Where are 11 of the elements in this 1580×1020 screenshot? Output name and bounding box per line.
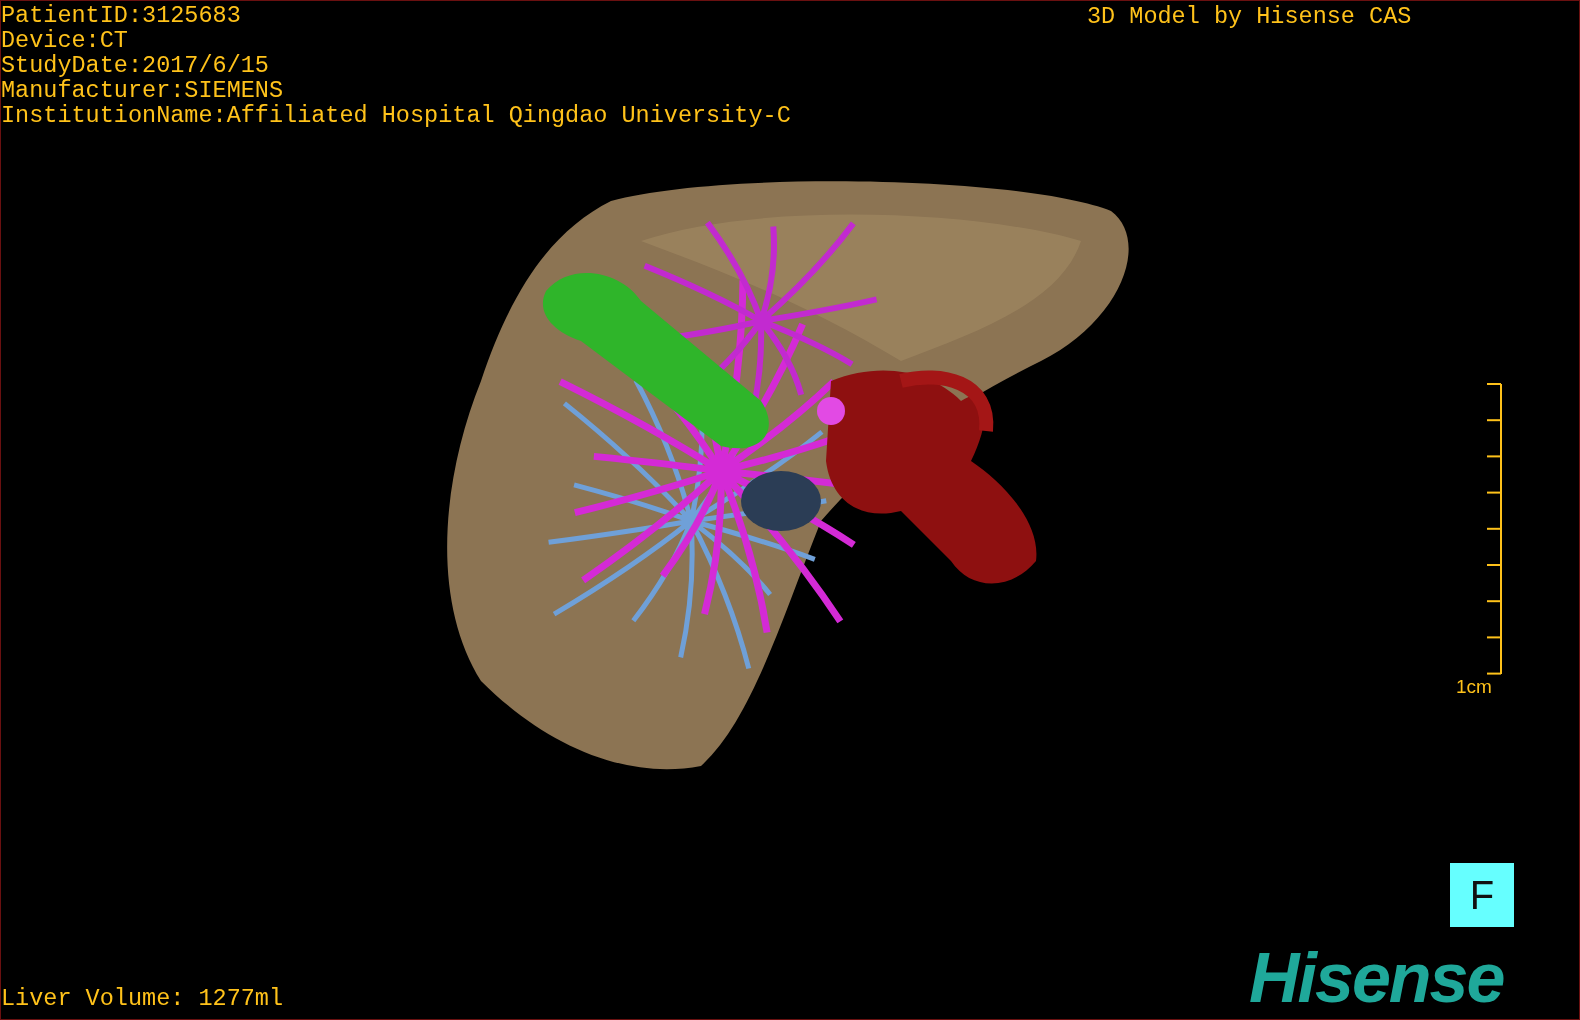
- patient-info-text: InstitutionName:Affiliated Hospital Qingdao University-C: [1, 103, 791, 128]
- brand-logo: Hisense: [1249, 939, 1504, 1017]
- patient-info-text: StudyDate:2017/6/15: [1, 53, 270, 78]
- liver-volume-text: Liver Volume: 1277ml: [1, 986, 284, 1011]
- scale-label: 1cm: [1456, 676, 1492, 698]
- patient-info-text: Device:CT: [1, 28, 129, 53]
- patient-info-text: Manufacturer:SIEMENS: [1, 78, 285, 103]
- viewer-title: 3D Model by Hisense CAS: [1087, 4, 1412, 29]
- orientation-button[interactable]: F: [1450, 863, 1514, 927]
- viewer-canvas[interactable]: PatientID:3125683 Device:CT StudyDate:2017/6/15 Manufacturer:SIEMENS InstitutionName:Affiliated Hospital Qingdao University-C 3D Model by Hisense CAS 1cm F Liver Volume: 1277ml Hisense: [0, 0, 1580, 1020]
- patient-info-text: PatientID:3125683: [1, 3, 242, 28]
